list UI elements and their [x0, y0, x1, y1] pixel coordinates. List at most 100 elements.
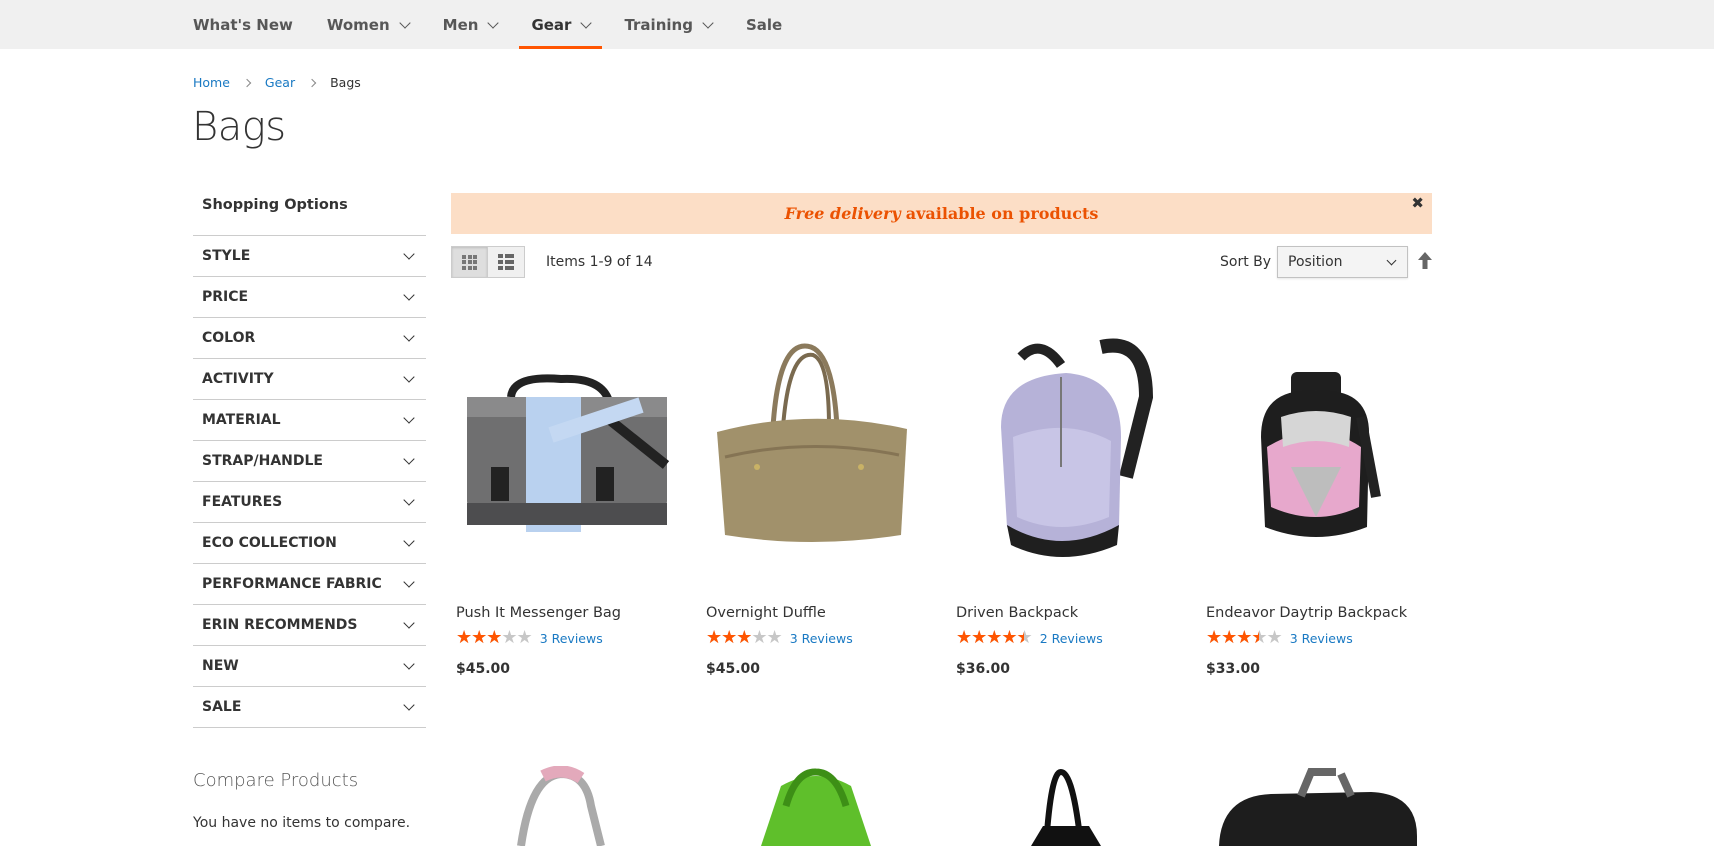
grid-view-button[interactable]: [451, 246, 488, 278]
rating-stars: ★★★★★★★★★★: [1206, 627, 1283, 648]
sort-by-select[interactable]: Position: [1277, 246, 1408, 278]
reviews-link[interactable]: 2 Reviews: [1040, 631, 1103, 646]
product-image-partial[interactable]: [951, 766, 1181, 846]
product-name[interactable]: Endeavor Daytrip Backpack: [1206, 605, 1407, 621]
reviews-link[interactable]: 3 Reviews: [540, 631, 603, 646]
nav-item-women[interactable]: Women: [326, 0, 411, 49]
chevron-down-icon: [403, 494, 415, 506]
chevron-down-icon: [403, 617, 415, 629]
breadcrumb-current: Bags: [330, 75, 361, 90]
rating-stars: ★★★★★★★★★★: [706, 627, 783, 648]
product-name[interactable]: Overnight Duffle: [706, 605, 826, 621]
chevron-down-icon: [403, 576, 415, 588]
filter-style[interactable]: STYLE: [193, 236, 426, 277]
rating-stars: ★★★★★★★★★★: [456, 627, 533, 648]
list-icon: [498, 254, 514, 270]
filter-features[interactable]: FEATURES: [193, 482, 426, 523]
product-name[interactable]: Driven Backpack: [956, 605, 1078, 621]
page-title: Bags: [192, 104, 286, 150]
sort-direction-arrow-up-icon[interactable]: [1417, 251, 1433, 271]
filter-erin-recommends[interactable]: ERIN RECOMMENDS: [193, 605, 426, 646]
chevron-down-icon: [403, 248, 415, 260]
filter-price[interactable]: PRICE: [193, 277, 426, 318]
product-image-partial[interactable]: [451, 766, 681, 846]
rating-stars: ★★★★★★★★★★: [956, 627, 1033, 648]
list-view-button[interactable]: [488, 246, 525, 278]
banner-text: available on products: [905, 204, 1099, 223]
filter-label: PRICE: [202, 289, 249, 305]
promo-banner: Free delivery available on products ✖: [451, 193, 1432, 234]
view-modes: [451, 246, 525, 278]
chevron-down-icon: [403, 535, 415, 547]
breadcrumb: Home Gear Bags: [193, 75, 361, 90]
product-item[interactable]: Driven Backpack ★★★★★★★★★★ 2 Reviews $36…: [951, 317, 1181, 677]
rating-fill: ★★★★★: [706, 629, 752, 647]
rating-fill: ★★★★★: [1206, 629, 1259, 647]
compare-products-title: Compare Products: [193, 770, 359, 791]
filter-label: STYLE: [202, 248, 251, 264]
rating-fill: ★★★★★: [456, 629, 502, 647]
filter-label: ERIN RECOMMENDS: [202, 617, 358, 633]
chevron-down-icon: [403, 330, 415, 342]
product-item[interactable]: Endeavor Daytrip Backpack ★★★★★★★★★★ 3 R…: [1201, 317, 1431, 677]
nav-item-training[interactable]: Training: [624, 0, 714, 49]
filter-label: ECO COLLECTION: [202, 535, 337, 551]
product-image-endeavor-backpack[interactable]: [1201, 317, 1431, 587]
sort-by-label: Sort By: [1220, 254, 1272, 270]
filter-new[interactable]: NEW: [193, 646, 426, 687]
product-image-messenger-bag[interactable]: [451, 317, 681, 587]
breadcrumb-gear[interactable]: Gear: [265, 75, 295, 90]
chevron-down-icon: [403, 371, 415, 383]
chevron-down-icon: [1386, 255, 1397, 266]
filter-eco-collection[interactable]: ECO COLLECTION: [193, 523, 426, 564]
filter-label: FEATURES: [202, 494, 283, 510]
chevron-down-icon: [702, 16, 714, 29]
product-rating: ★★★★★★★★★★ 2 Reviews: [956, 629, 1103, 647]
filter-list: STYLE PRICE COLOR ACTIVITY MATERIAL STRAP/HAN…: [193, 236, 426, 728]
nav-items: What's New Women Men Gear Training Sale: [193, 0, 816, 49]
filter-sale[interactable]: SALE: [193, 687, 426, 728]
compare-empty-message: You have no items to compare.: [193, 815, 411, 831]
chevron-down-icon: [487, 16, 500, 29]
filter-strap-handle[interactable]: STRAP/HANDLE: [193, 441, 426, 482]
reviews-link[interactable]: 3 Reviews: [790, 631, 853, 646]
filter-activity[interactable]: ACTIVITY: [193, 359, 426, 400]
product-image-duffle-bag[interactable]: [701, 317, 931, 587]
sidebar-filters: Shopping Options STYLE PRICE COLOR ACTIVITY…: [193, 190, 426, 728]
close-icon[interactable]: ✖: [1411, 194, 1424, 212]
chevron-down-icon: [403, 658, 415, 670]
nav-item-gear[interactable]: Gear: [519, 0, 603, 49]
product-rating: ★★★★★★★★★★ 3 Reviews: [1206, 629, 1353, 647]
product-item[interactable]: Push It Messenger Bag ★★★★★★★★★★ 3 Revie…: [451, 317, 681, 677]
filter-label: SALE: [202, 699, 242, 715]
filter-label: PERFORMANCE FABRIC: [202, 576, 382, 592]
product-image-driven-backpack[interactable]: [951, 317, 1181, 587]
nav-label: Training: [624, 15, 693, 34]
chevron-down-icon: [398, 16, 411, 29]
nav-label: Women: [326, 15, 390, 34]
nav-label: Men: [442, 15, 479, 34]
filter-performance-fabric[interactable]: PERFORMANCE FABRIC: [193, 564, 426, 605]
chevron-down-icon: [580, 16, 593, 29]
nav-item-men[interactable]: Men: [442, 0, 500, 49]
reviews-link[interactable]: 3 Reviews: [1290, 631, 1353, 646]
nav-label: What's New: [193, 15, 293, 34]
nav-item-whats-new[interactable]: What's New: [193, 0, 293, 49]
items-count: Items 1-9 of 14: [546, 254, 653, 270]
filter-material[interactable]: MATERIAL: [193, 400, 426, 441]
filter-label: MATERIAL: [202, 412, 281, 428]
product-rating: ★★★★★★★★★★ 3 Reviews: [706, 629, 853, 647]
chevron-right-icon: [242, 78, 252, 87]
product-name[interactable]: Push It Messenger Bag: [456, 605, 621, 621]
sort-by-value: Position: [1288, 254, 1343, 270]
rating-fill: ★★★★★: [956, 629, 1024, 647]
product-image-partial[interactable]: [1201, 766, 1431, 846]
chevron-right-icon: [307, 78, 317, 87]
product-image-partial[interactable]: [701, 766, 931, 846]
breadcrumb-home[interactable]: Home: [193, 75, 230, 90]
nav-item-sale[interactable]: Sale: [746, 0, 782, 49]
product-item[interactable]: Overnight Duffle ★★★★★★★★★★ 3 Reviews $4…: [701, 317, 931, 677]
filter-color[interactable]: COLOR: [193, 318, 426, 359]
product-price: $45.00: [706, 661, 761, 677]
chevron-down-icon: [403, 412, 415, 424]
